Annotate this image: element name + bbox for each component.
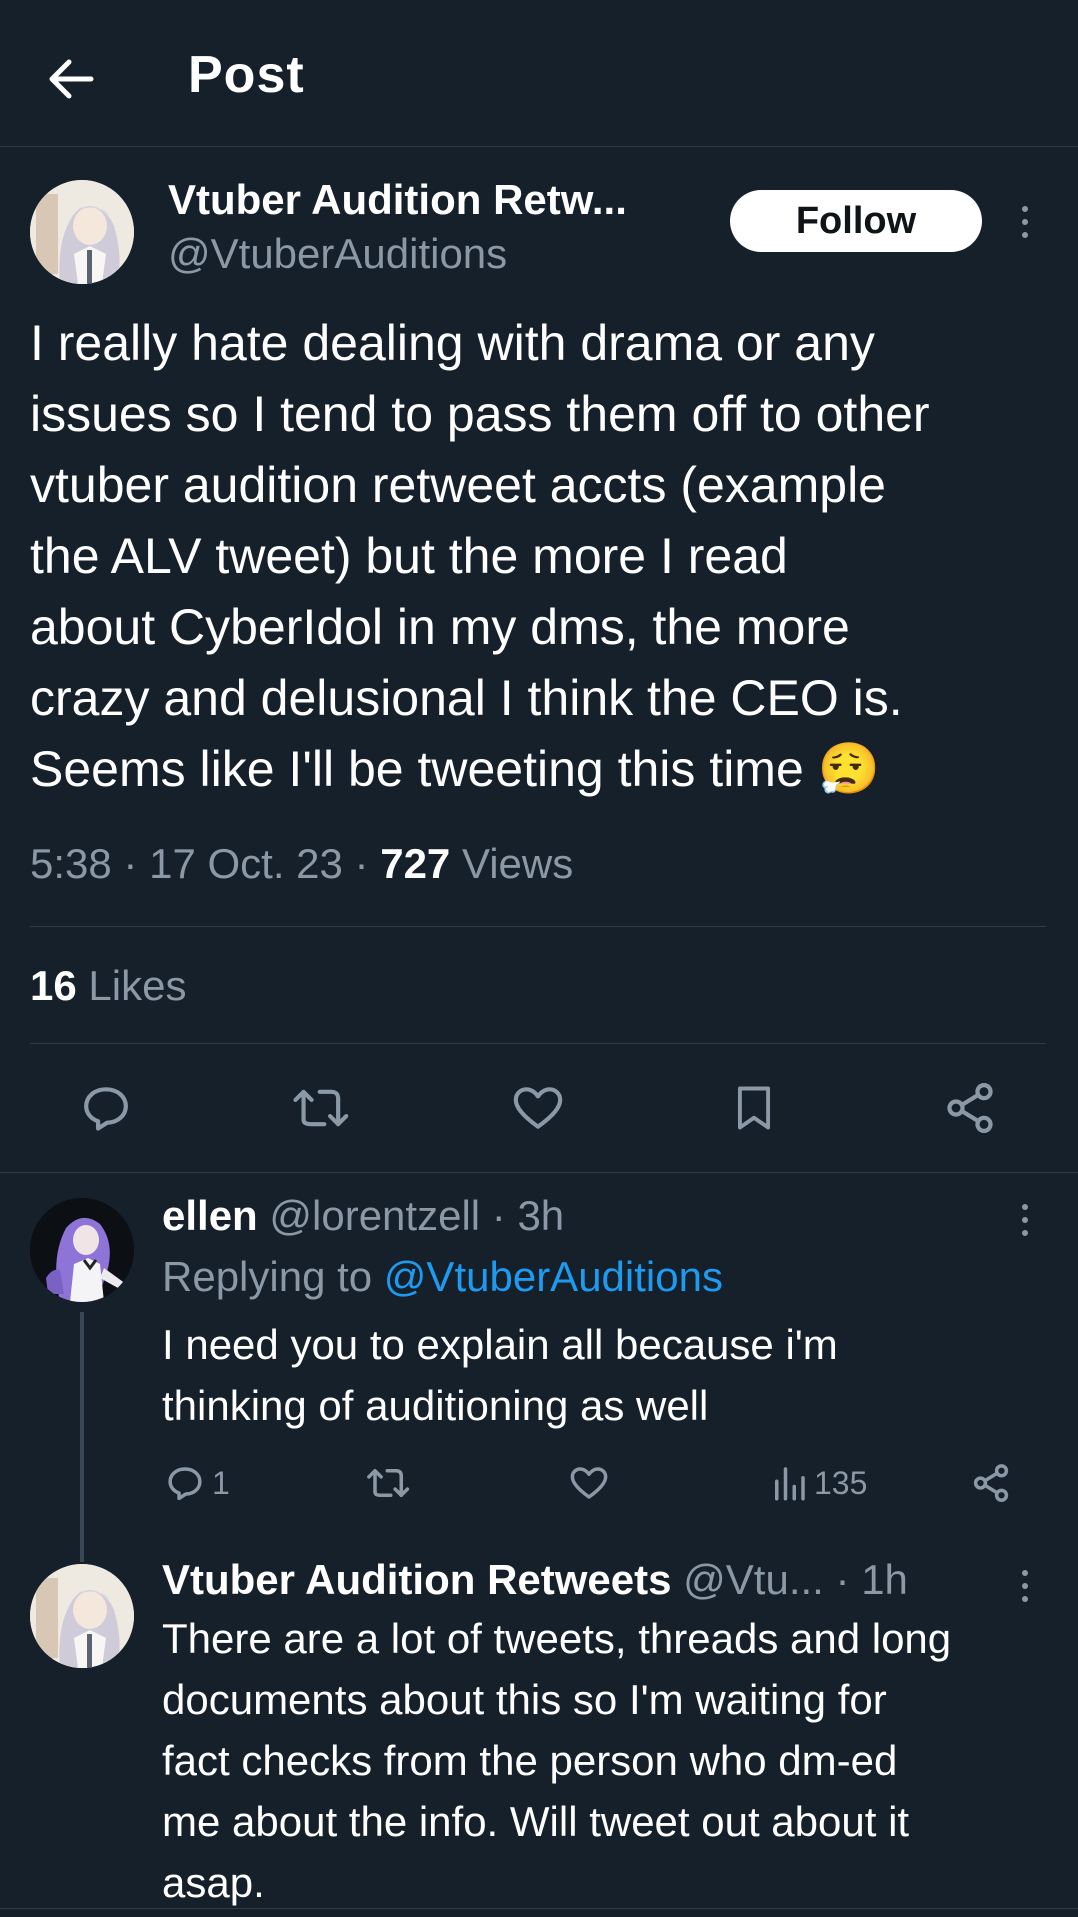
reply-count: 1 — [212, 1464, 230, 1501]
avatar-image — [30, 1564, 134, 1668]
reply-line: fact checks from the person who dm-ed — [162, 1737, 898, 1784]
like-button[interactable] — [506, 1076, 570, 1140]
share-icon — [973, 1464, 1009, 1502]
retweet-icon — [367, 1469, 410, 1497]
replying-handle-link[interactable]: @VtuberAuditions — [384, 1253, 723, 1300]
divider — [30, 926, 1046, 927]
divider — [0, 1908, 1078, 1909]
reply-time: 3h — [517, 1192, 565, 1239]
avatar-image — [30, 1198, 134, 1302]
more-options-icon[interactable] — [1013, 1204, 1037, 1236]
avatar[interactable] — [30, 1198, 134, 1302]
reply-icon — [84, 1087, 128, 1131]
reply-author-handle[interactable]: @lorentzell — [269, 1192, 480, 1239]
back-button[interactable] — [40, 48, 102, 110]
reply-line: thinking of auditioning as well — [162, 1382, 709, 1429]
reply-share-button[interactable] — [970, 1462, 1012, 1504]
reply-author-name[interactable]: Vtuber Audition Retweets — [162, 1556, 671, 1603]
tweet-meta: 5:38 · 17 Oct. 23 · 727 Views — [30, 840, 573, 888]
tweet-line: issues so I tend to pass them off to oth… — [30, 386, 930, 442]
follow-button[interactable]: Follow — [730, 190, 982, 252]
share-button[interactable] — [938, 1076, 1002, 1140]
reply-line: asap. — [162, 1859, 265, 1906]
reply-line: There are a lot of tweets, threads and l… — [162, 1615, 952, 1662]
likes-summary[interactable]: 16 Likes — [30, 962, 186, 1010]
divider — [30, 1043, 1046, 1044]
reply-time: 1h — [861, 1556, 908, 1603]
separator: · — [835, 1556, 850, 1603]
thread-connector — [80, 1312, 84, 1562]
separator: · — [123, 840, 138, 887]
separator: · — [491, 1192, 506, 1239]
reply-views-button[interactable]: 135 — [770, 1462, 867, 1504]
reply-header: ellen @lorentzell · 3h — [162, 1192, 564, 1240]
bookmark-button[interactable] — [722, 1076, 786, 1140]
tweet-line: I really hate dealing with drama or any — [30, 315, 875, 371]
avatar-image — [30, 180, 134, 284]
tweet-time: 5:38 — [30, 840, 112, 887]
avatar[interactable] — [30, 1564, 134, 1668]
share-icon — [947, 1083, 993, 1133]
likes-label: Likes — [88, 962, 187, 1009]
separator: · — [354, 840, 369, 887]
tweet-line-text: Seems like I'll be tweeting this time — [30, 741, 804, 797]
retweet-icon — [293, 1089, 349, 1127]
view-count: 135 — [814, 1464, 868, 1501]
reply-line: I need you to explain all because i'm — [162, 1321, 838, 1368]
top-bar: Post — [0, 0, 1078, 147]
like-icon — [513, 1087, 563, 1129]
reply-line: me about the info. Will tweet out about … — [162, 1798, 910, 1845]
reply-header: Vtuber Audition Retweets @Vtu... · 1h — [162, 1556, 908, 1604]
reply-retweet-button[interactable] — [366, 1462, 412, 1504]
tweet-line: Seems like I'll be tweeting this time 😮‍… — [30, 734, 1060, 805]
more-options-icon[interactable] — [1013, 206, 1037, 238]
reply-author-handle[interactable]: @Vtu... — [683, 1556, 824, 1603]
avatar[interactable] — [30, 180, 134, 284]
views-label: Views — [461, 840, 574, 887]
reply-body: There are a lot of tweets, threads and l… — [162, 1608, 951, 1913]
page-title: Post — [188, 46, 305, 104]
retweet-button[interactable] — [290, 1076, 354, 1140]
tweet-line: crazy and delusional I think the CEO is. — [30, 670, 903, 726]
author-handle[interactable]: @VtuberAuditions — [168, 230, 507, 278]
more-options-icon[interactable] — [1013, 1570, 1037, 1602]
reply-body: I need you to explain all because i'm th… — [162, 1314, 838, 1436]
tweet-line: about CyberIdol in my dms, the more — [30, 599, 850, 655]
reply-button[interactable] — [74, 1076, 138, 1140]
replying-prefix: Replying to — [162, 1253, 373, 1300]
reply-line: documents about this so I'm waiting for — [162, 1676, 887, 1723]
exhaling-face-emoji: 😮‍💨 — [817, 741, 880, 797]
bookmark-icon — [737, 1086, 771, 1130]
likes-count: 16 — [30, 962, 77, 1009]
divider — [0, 1172, 1078, 1173]
views-count: 727 — [380, 840, 451, 887]
reply-icon — [168, 1467, 202, 1501]
tweet-body: I really hate dealing with drama or any … — [30, 308, 1060, 805]
analytics-icon — [775, 1467, 805, 1501]
like-icon — [570, 1467, 608, 1499]
tweet-line: the ALV tweet) but the more I read — [30, 528, 788, 584]
tweet-date: 17 Oct. 23 — [149, 840, 343, 887]
tweet-line: vtuber audition retweet accts (example — [30, 457, 886, 513]
reply-reply-button[interactable]: 1 — [164, 1462, 230, 1504]
post-screen: Post Vtuber Audition Retw... @VtuberAudi… — [0, 0, 1078, 1917]
author-name[interactable]: Vtuber Audition Retw... — [168, 176, 627, 224]
reply-like-button[interactable] — [568, 1462, 610, 1504]
reply-author-name[interactable]: ellen — [162, 1192, 258, 1239]
replying-to: Replying to @VtuberAuditions — [162, 1253, 723, 1301]
arrow-left-icon — [49, 59, 94, 99]
